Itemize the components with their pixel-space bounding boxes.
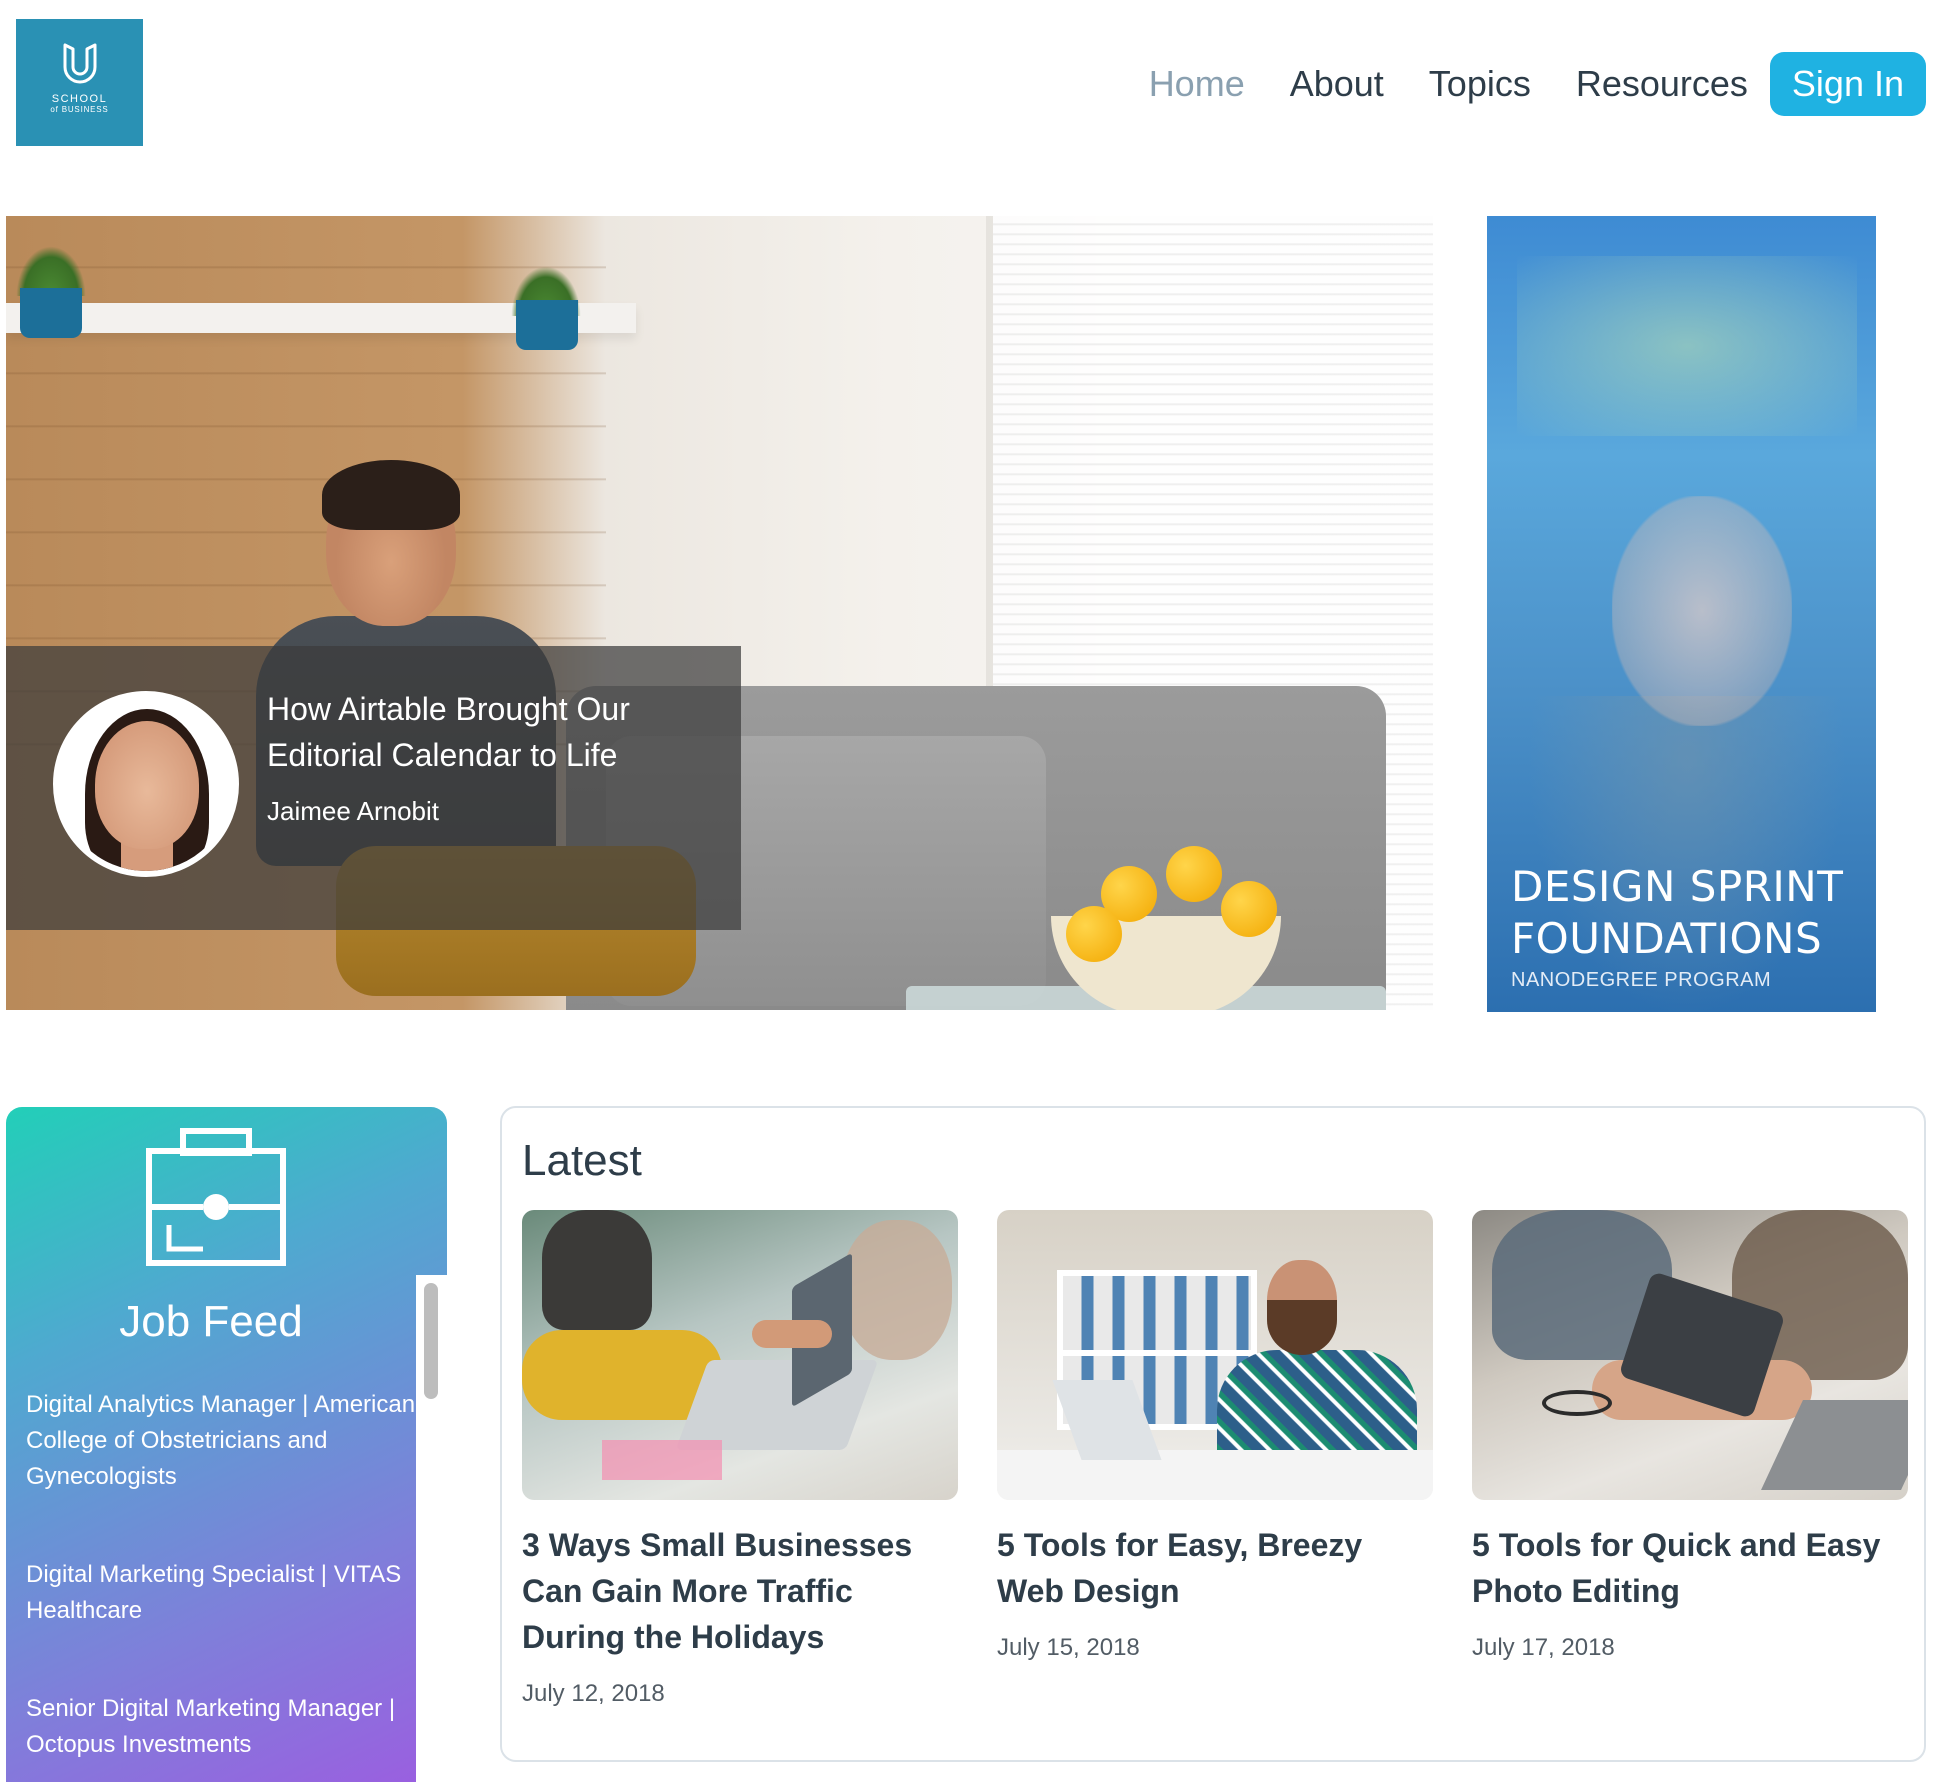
article-card-image[interactable] [1472, 1210, 1908, 1500]
design-sprint-promo-banner[interactable]: DESIGN SPRINT FOUNDATIONS NANODEGREE PRO… [1487, 216, 1876, 1012]
job-feed-scrollbar[interactable] [416, 1275, 447, 1782]
job-feed-scrollbar-thumb[interactable] [424, 1283, 438, 1399]
hero-caption-overlay[interactable]: How Airtable Brought Our Editorial Calen… [6, 646, 741, 930]
nav-topics[interactable]: Topics [1429, 63, 1531, 105]
hero-image-pot [516, 300, 578, 350]
article-card-image[interactable] [522, 1210, 958, 1500]
promo-image-background [1517, 256, 1857, 436]
job-item[interactable]: Senior Digital Marketing Manager | Octop… [26, 1691, 416, 1763]
logo-text-business: of BUSINESS [50, 105, 109, 114]
udacity-u-icon [63, 43, 96, 84]
school-of-business-logo[interactable]: SCHOOL of BUSINESS [16, 19, 143, 146]
nav-resources[interactable]: Resources [1576, 63, 1748, 105]
hero-article-title[interactable]: How Airtable Brought Our Editorial Calen… [267, 686, 707, 778]
hero-image-fruit [1221, 881, 1277, 937]
latest-title: Latest [522, 1136, 642, 1185]
article-card[interactable]: 3 Ways Small Businesses Can Gain More Tr… [522, 1210, 958, 1708]
logo-text-school: SCHOOL [51, 93, 108, 105]
nav-about[interactable]: About [1290, 63, 1384, 105]
hero-image-pot [20, 288, 82, 338]
article-card-image[interactable] [997, 1210, 1433, 1500]
latest-articles-panel: Latest 3 Ways Small Businesses Can Gain … [500, 1106, 1926, 1762]
sign-in-button[interactable]: Sign In [1769, 52, 1926, 116]
article-card-date: July 12, 2018 [522, 1680, 665, 1707]
hero-image-fruit [1066, 906, 1122, 962]
article-card-title[interactable]: 5 Tools for Easy, Breezy Web Design [997, 1522, 1433, 1614]
hero-article-author: Jaimee Arnobit [267, 796, 439, 826]
job-list: Digital Analytics Manager | American Col… [26, 1387, 416, 1782]
job-feed-panel: Job Feed Digital Analytics Manager | Ame… [6, 1107, 447, 1782]
promo-title: DESIGN SPRINT FOUNDATIONS [1511, 861, 1843, 965]
author-avatar [53, 691, 239, 877]
promo-image-person-head [1612, 496, 1792, 726]
nav-home[interactable]: Home [1149, 63, 1245, 105]
main-nav: Home About Topics Resources Sign In [1104, 52, 1926, 116]
promo-title-line2: FOUNDATIONS [1511, 914, 1823, 963]
article-card-date: July 17, 2018 [1472, 1634, 1615, 1661]
job-item[interactable]: Digital Marketing Specialist | VITAS Hea… [26, 1557, 416, 1629]
job-feed-title: Job Feed [119, 1297, 303, 1346]
article-card[interactable]: 5 Tools for Quick and Easy Photo Editing… [1472, 1210, 1908, 1662]
promo-title-line1: DESIGN SPRINT [1511, 862, 1844, 911]
article-card-title[interactable]: 3 Ways Small Businesses Can Gain More Tr… [522, 1522, 958, 1660]
promo-subtitle: NANODEGREE PROGRAM [1511, 969, 1772, 991]
hero-image-fruit [1166, 846, 1222, 902]
article-card-date: July 15, 2018 [997, 1634, 1140, 1661]
article-card-title[interactable]: 5 Tools for Quick and Easy Photo Editing [1472, 1522, 1908, 1614]
job-item[interactable]: Digital Analytics Manager | American Col… [26, 1387, 416, 1495]
featured-article-hero[interactable]: How Airtable Brought Our Editorial Calen… [6, 216, 1433, 1010]
article-card[interactable]: 5 Tools for Easy, Breezy Web Design July… [997, 1210, 1433, 1662]
briefcase-icon [139, 1125, 293, 1276]
